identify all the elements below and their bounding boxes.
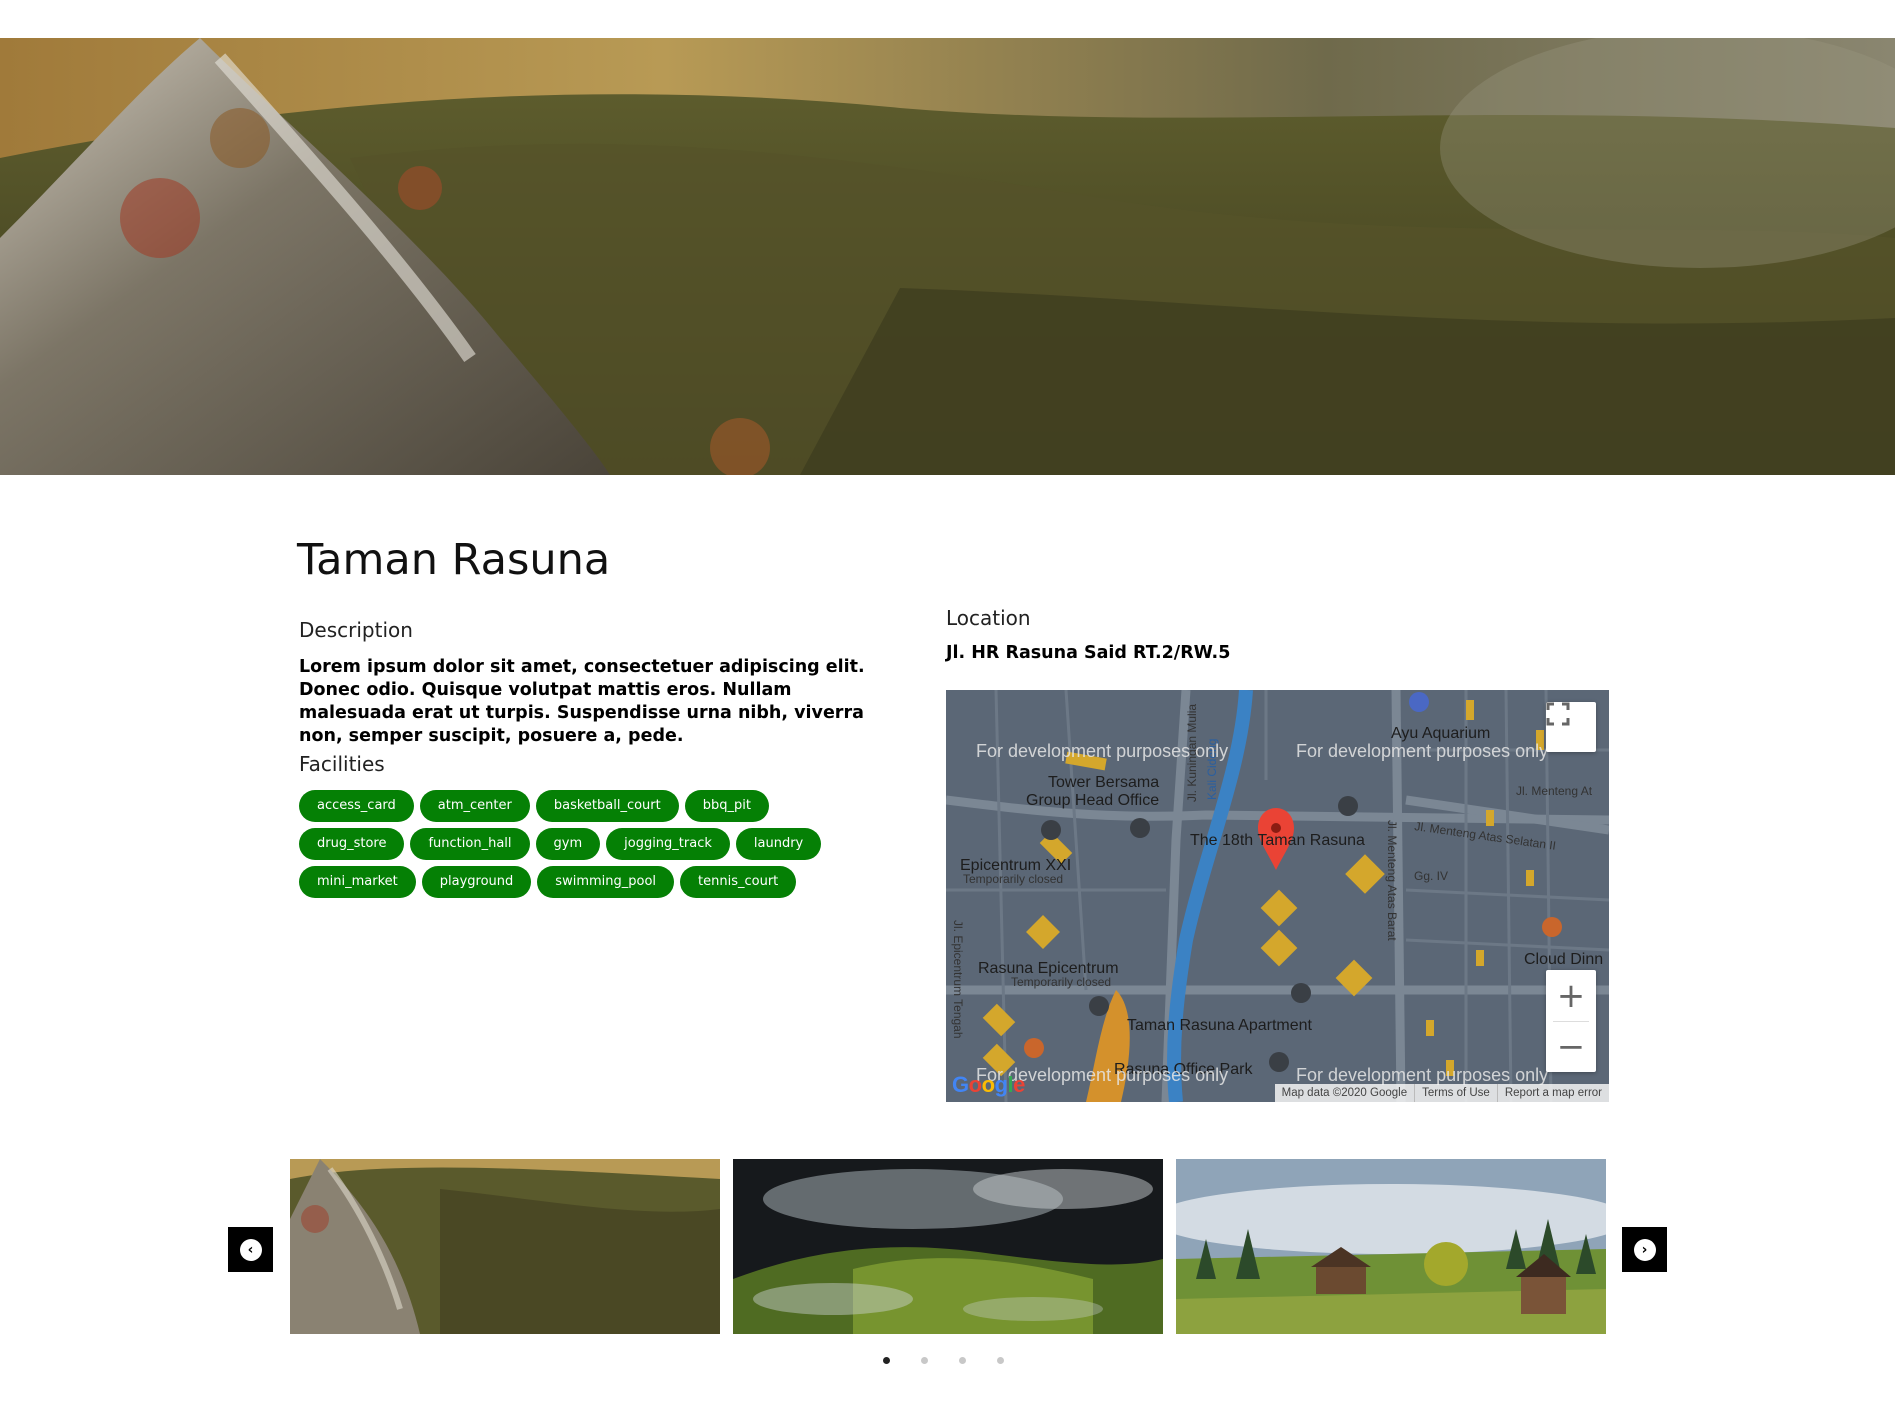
map-footer: Map data ©2020 Google Terms of Use Repor… (1274, 1084, 1609, 1102)
facility-chip-function-hall: function_hall (410, 828, 530, 860)
zoom-out-button[interactable]: − (1546, 1022, 1596, 1072)
hero-image (0, 38, 1895, 475)
report-map-error-link[interactable]: Report a map error (1496, 1084, 1609, 1102)
map-label-cloud-dinn: Cloud Dinn (1524, 951, 1603, 968)
page-title: Taman Rasuna (297, 535, 611, 585)
map-watermark-1: For development purposes only (976, 741, 1228, 761)
carousel-dot[interactable] (959, 1357, 966, 1364)
map-label-taman-rasuna-apartment: Taman Rasuna Apartment (1127, 1017, 1313, 1034)
facilities-label: Facilities (299, 752, 385, 776)
terms-of-use-link[interactable]: Terms of Use (1414, 1084, 1497, 1102)
carousel-next-button[interactable]: › (1622, 1227, 1667, 1272)
facility-chip-swimming-pool: swimming_pool (537, 866, 675, 898)
facility-chip-jogging-track: jogging_track (606, 828, 730, 860)
carousel-prev-button[interactable]: ‹ (228, 1227, 273, 1272)
fullscreen-icon (1546, 702, 1570, 726)
carousel-dots (883, 1357, 1004, 1364)
location-map[interactable]: Ayu Aquarium Tower Bersama Group Head Of… (946, 690, 1609, 1102)
carousel-slide-forest-cliff[interactable] (290, 1159, 720, 1334)
carousel-slide-misty-hills[interactable] (733, 1159, 1163, 1334)
facility-chip-atm-center: atm_center (419, 790, 530, 822)
zoom-in-button[interactable]: + (1546, 971, 1596, 1021)
map-label-the-18th: The 18th Taman Rasuna (1190, 832, 1365, 849)
map-label-jl-menteng-atas-barat: Jl. Menteng Atas Barat (1385, 820, 1399, 941)
chevron-right-icon: › (1633, 1238, 1656, 1261)
map-label-ayu-aquarium: Ayu Aquarium (1391, 725, 1490, 742)
description-text: Lorem ipsum dolor sit amet, consectetuer… (299, 657, 865, 746)
facility-chip-playground: playground (421, 866, 532, 898)
map-label-group-head-office: Group Head Office (1026, 792, 1159, 809)
facility-chip-laundry: laundry (735, 828, 822, 860)
facility-chip-tennis-court: tennis_court (680, 866, 797, 898)
facility-chip-mini-market: mini_market (299, 866, 416, 898)
facility-chip-basketball-court: basketball_court (535, 790, 679, 822)
fullscreen-button[interactable] (1546, 702, 1596, 752)
facility-chip-access-card: access_card (299, 790, 414, 822)
zoom-controls: + − (1546, 970, 1596, 1072)
map-data-credit: Map data ©2020 Google (1281, 1087, 1408, 1099)
map-watermark-2: For development purposes only (1296, 741, 1548, 761)
map-label-menteng-atas: Jl. Menteng At (1516, 784, 1593, 798)
carousel-dot[interactable] (883, 1357, 890, 1364)
carousel-dot[interactable] (997, 1357, 1004, 1364)
carousel-dot[interactable] (921, 1357, 928, 1364)
facilities-list: access_card atm_center basketball_court bbq… (299, 790, 879, 898)
chevron-left-icon: ‹ (239, 1238, 262, 1261)
map-label-temporarily-closed-1: Temporarily closed (963, 872, 1063, 886)
description-label: Description (299, 618, 413, 642)
map-label-tower-bersama: Tower Bersama (1048, 774, 1159, 791)
carousel-slide-alpine-cabin[interactable] (1176, 1159, 1606, 1334)
facility-chip-bbq-pit: bbq_pit (684, 790, 769, 822)
location-label: Location (946, 606, 1031, 630)
facility-chip-gym: gym (535, 828, 601, 860)
google-logo[interactable]: Google (952, 1072, 1025, 1098)
map-watermark-4: For development purposes only (1296, 1065, 1548, 1085)
map-label-temporarily-closed-2: Temporarily closed (1011, 975, 1111, 989)
facility-chip-drug-store: drug_store (299, 828, 405, 860)
map-label-jl-epicentrum-tengah: Jl. Epicentrum Tengah (951, 920, 965, 1039)
map-label-gg-iv: Gg. IV (1414, 869, 1448, 883)
location-address: Jl. HR Rasuna Said RT.2/RW.5 (946, 643, 1231, 663)
